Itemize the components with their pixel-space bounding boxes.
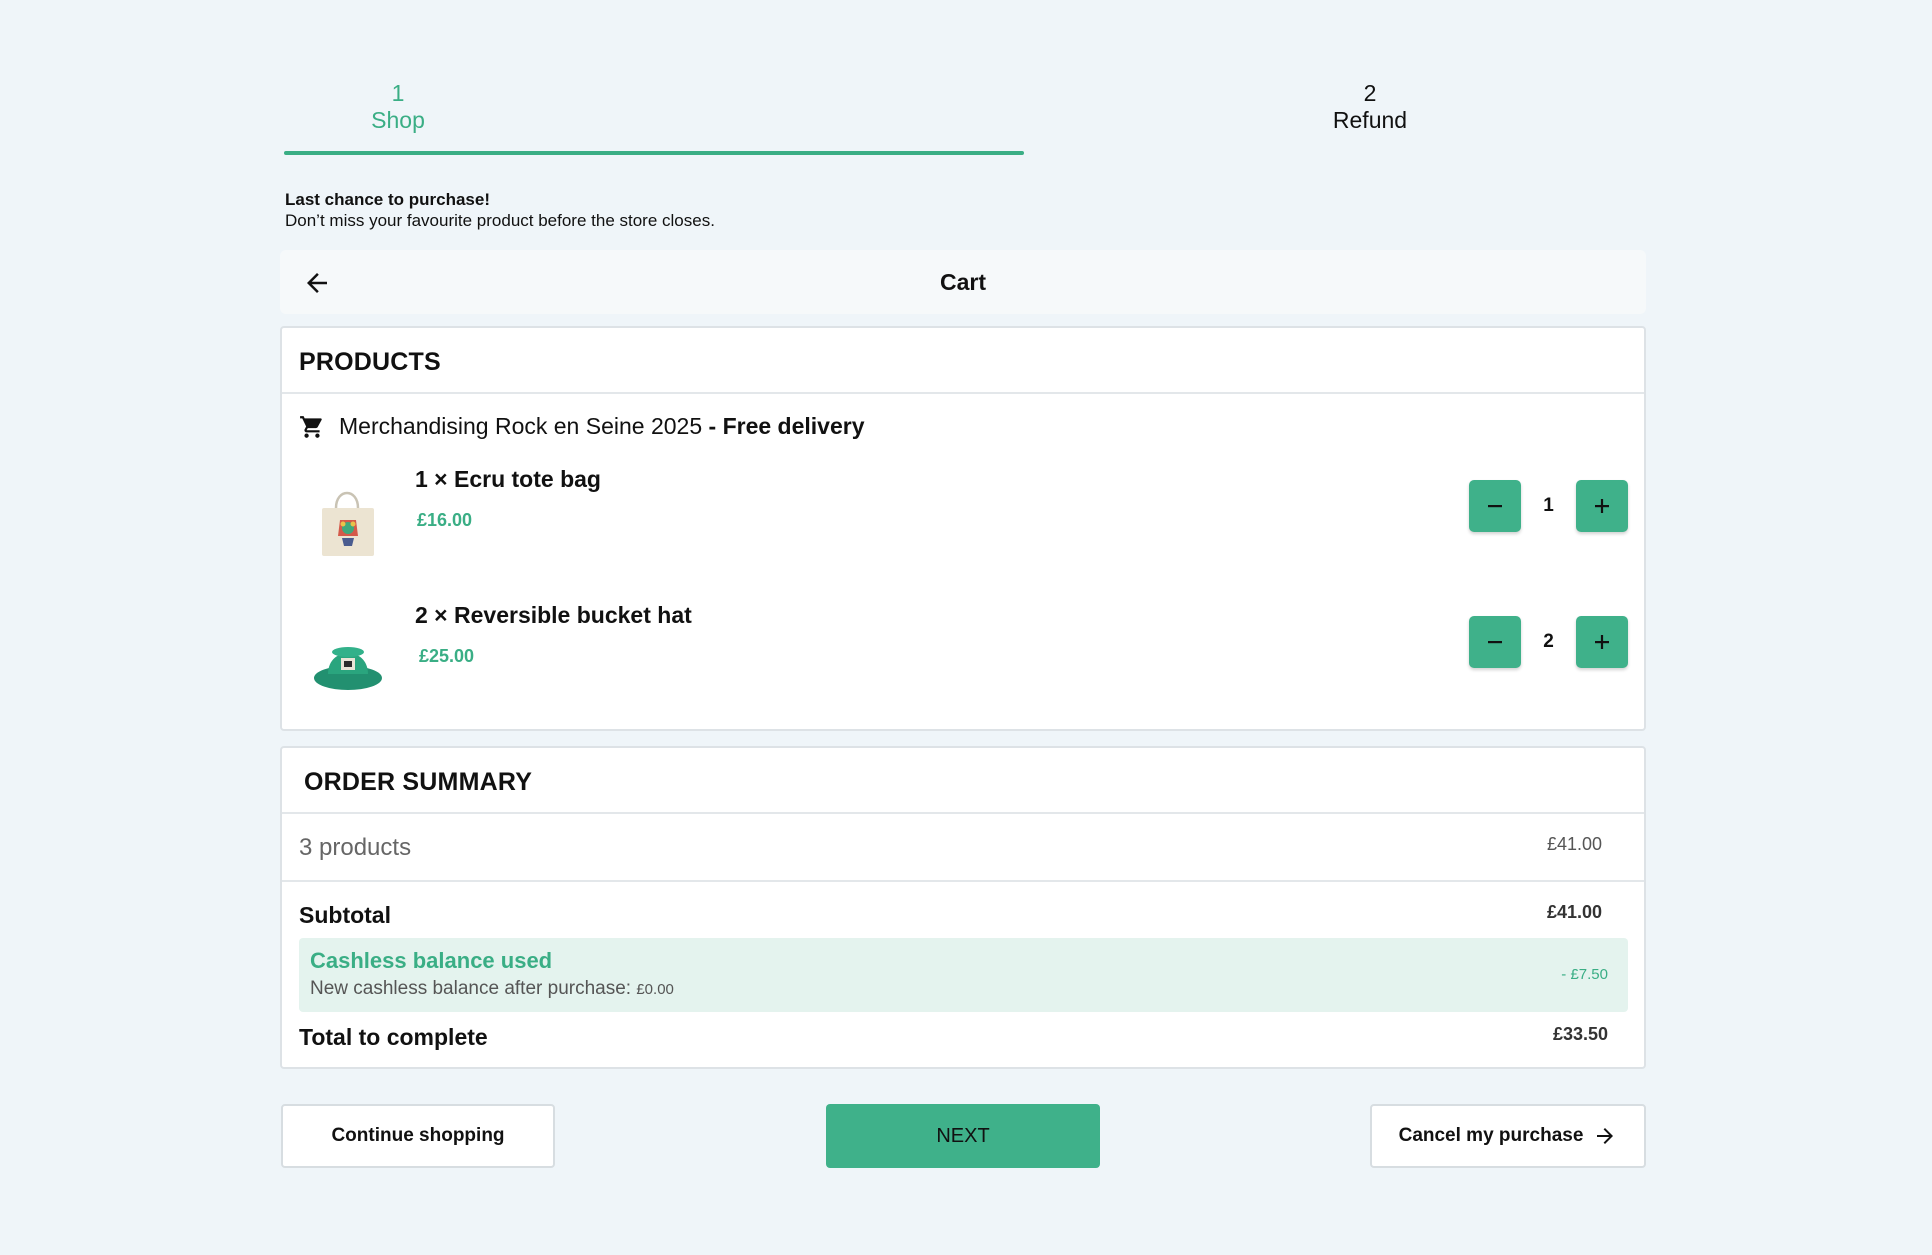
quantity-stepper: 2 [1469, 616, 1628, 668]
checkout-page: 1 Shop 2 Refund Last chance to purchase!… [280, 0, 1646, 1168]
quantity-value: 2 [1543, 631, 1554, 652]
notice-title: Last chance to purchase! [285, 190, 491, 209]
cancel-purchase-button[interactable]: Cancel my purchase [1370, 1104, 1646, 1168]
summary-heading: ORDER SUMMARY [282, 748, 1644, 814]
cart-item: 1 × Ecru tote bag £16.00 1 [282, 460, 1644, 560]
progress-stepper: 1 Shop 2 Refund [280, 0, 1646, 156]
products-count-value: £41.00 [1546, 834, 1602, 854]
vendor-row: Merchandising Rock en Seine 2025 - Free … [299, 413, 864, 440]
increase-quantity-button[interactable] [1576, 480, 1628, 532]
closing-notice: Last chance to purchase! Don’t miss your… [280, 156, 1646, 248]
vendor-delivery: - Free delivery [702, 413, 865, 439]
cart-item: 2 × Reversible bucket hat £25.00 2 [282, 596, 1644, 696]
cashless-value: - £7.50 [1561, 966, 1608, 983]
subtotal-row: Subtotal £41.00 [282, 882, 1644, 938]
item-price: £25.00 [419, 646, 475, 666]
subtotal-value: £41.00 [1546, 902, 1602, 922]
vendor-name: Merchandising Rock en Seine 2025 [339, 413, 703, 439]
cashless-balance-row: Cashless balance used New cashless balan… [299, 938, 1628, 1012]
cashless-subtitle-text: New cashless balance after purchase: [310, 978, 637, 999]
active-step-indicator [284, 151, 1024, 155]
arrow-right-icon [1597, 1128, 1614, 1144]
step-refund[interactable]: 2 Refund [1280, 80, 1460, 134]
continue-shopping-label: Continue shopping [331, 1125, 505, 1146]
total-value: £33.50 [1552, 1024, 1608, 1044]
bucket-hat-image [314, 647, 382, 690]
notice-subtitle: Don’t miss your favourite product before… [285, 211, 715, 230]
cashless-subtitle: New cashless balance after purchase: £0.… [310, 978, 674, 1000]
action-bar: Continue shopping NEXT Cancel my purchas… [280, 1104, 1646, 1170]
plus-icon [1595, 499, 1609, 513]
quantity-stepper: 1 [1469, 480, 1628, 532]
products-heading: PRODUCTS [282, 328, 1644, 394]
step-number: 1 [391, 80, 405, 106]
products-count-row: 3 products £41.00 [282, 814, 1644, 882]
step-label: Shop [371, 107, 425, 133]
minus-icon [1488, 641, 1502, 644]
order-summary-card: ORDER SUMMARY 3 products £41.00 Subtotal… [280, 746, 1646, 1069]
cancel-purchase-label: Cancel my purchase [1398, 1125, 1584, 1146]
step-label: Refund [1332, 107, 1408, 133]
total-label: Total to complete [299, 1024, 488, 1050]
cart-title: Cart [939, 269, 986, 295]
next-button[interactable]: NEXT [826, 1104, 1100, 1168]
cart-icon [300, 415, 322, 438]
quantity-value: 1 [1543, 495, 1554, 516]
continue-shopping-button[interactable]: Continue shopping [281, 1104, 555, 1168]
item-name: 2 × Reversible bucket hat [415, 602, 692, 628]
tote-bag-image [322, 491, 374, 556]
increase-quantity-button[interactable] [1576, 616, 1628, 668]
plus-icon [1595, 635, 1609, 649]
item-price: £16.00 [417, 510, 473, 530]
cart-header: Cart [280, 250, 1646, 314]
products-count-label: 3 products [299, 834, 412, 861]
cashless-title: Cashless balance used [310, 948, 553, 973]
products-card: PRODUCTS Merchandising Rock en Seine 202… [280, 326, 1646, 731]
decrease-quantity-button[interactable] [1469, 480, 1521, 532]
step-number: 2 [1363, 80, 1377, 106]
next-label: NEXT [936, 1124, 990, 1147]
decrease-quantity-button[interactable] [1469, 616, 1521, 668]
cashless-new-balance: £0.00 [636, 981, 674, 998]
total-row: Total to complete £33.50 [282, 1012, 1644, 1062]
item-name: 1 × Ecru tote bag [415, 466, 601, 492]
minus-icon [1488, 505, 1502, 508]
subtotal-label: Subtotal [299, 902, 391, 928]
